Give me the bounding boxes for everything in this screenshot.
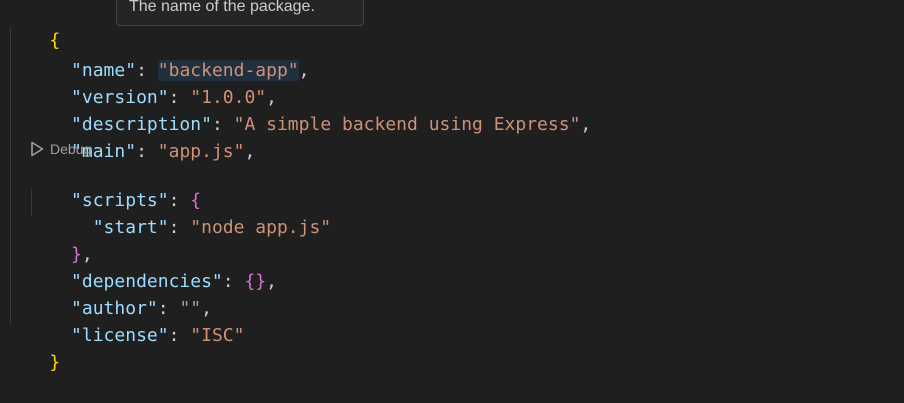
code-line-dependencies: "dependencies": {},: [71, 271, 277, 292]
code-line-scripts: "scripts": {: [71, 190, 202, 211]
description-value: "A simple backend using Express": [233, 114, 581, 135]
code-line-author: "author": "",: [71, 298, 212, 319]
code-line-main: "main": "app.js",: [71, 141, 256, 162]
code-line-license: "license": "ISC": [71, 325, 245, 346]
license-value: "ISC": [190, 325, 245, 346]
start-value: "node app.js": [190, 217, 332, 238]
code-line: {: [6, 0, 60, 51]
tooltip-text: The name of the package.: [129, 0, 315, 15]
dependencies-value: {}: [244, 271, 267, 292]
license-key: "license": [71, 325, 169, 346]
play-outline-icon: [30, 141, 44, 157]
debug-label: Debug: [50, 141, 92, 157]
main-value: "app.js": [157, 141, 245, 162]
code-line-description: "description": "A simple backend using E…: [71, 114, 592, 135]
hover-tooltip: The name of the package.: [116, 0, 364, 26]
debug-codelens[interactable]: Debug: [30, 138, 91, 160]
code-line-close: }: [6, 322, 60, 373]
code-line-name: "name": "backend-app",: [71, 60, 310, 81]
code-editor[interactable]: { "name": "backend-app", "version": "1.0…: [0, 0, 904, 373]
close-brace: }: [49, 352, 61, 373]
code-line-scripts-close: },: [71, 244, 93, 265]
code-line-version: "version": "1.0.0",: [71, 87, 277, 108]
code-line-start: "start": "node app.js": [92, 217, 332, 238]
start-key: "start": [92, 217, 169, 238]
